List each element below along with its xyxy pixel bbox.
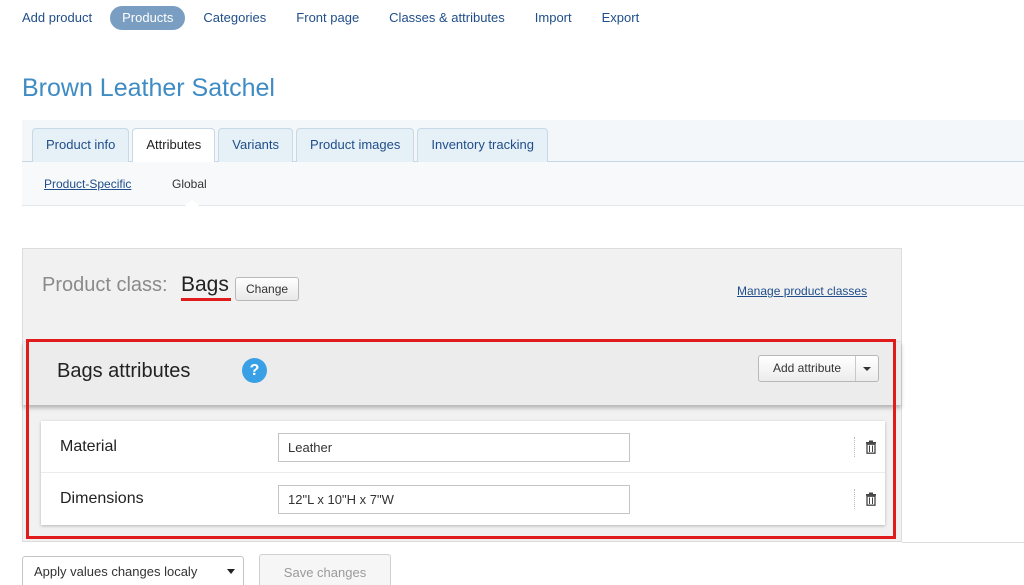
trash-icon[interactable] [865,440,877,454]
attributes-header: Bags attributes ? Add attribute [23,341,901,405]
tabs-bar: Product info Attributes Variants Product… [22,120,1024,163]
nav-export[interactable]: Export [602,6,640,30]
attribute-row: Dimensions [41,473,885,525]
nav-products[interactable]: Products [110,6,186,30]
attribute-value-input[interactable] [278,433,630,462]
product-class-value: Bags [181,273,229,296]
divider [902,542,1024,543]
subtab-global[interactable]: Global [172,177,207,191]
top-nav: Add product Products Categories Front pa… [10,6,669,30]
help-icon[interactable]: ? [242,358,267,383]
subtab-pointer [185,199,199,206]
product-class-label: Product class: [42,274,168,296]
tab-attributes[interactable]: Attributes [132,128,216,163]
attribute-row: Material [41,421,885,473]
manage-product-classes-link[interactable]: Manage product classes [737,284,867,298]
nav-front-page[interactable]: Front page [296,6,359,30]
nav-add-product[interactable]: Add product [22,6,92,30]
tab-product-info[interactable]: Product info [32,128,130,162]
product-class-panel: Product class: Bags Change Manage produc… [22,248,902,542]
nav-import[interactable]: Import [535,6,572,30]
add-attribute-button[interactable]: Add attribute [759,356,857,381]
change-class-button[interactable]: Change [235,277,300,301]
apply-values-select[interactable]: Apply values changes localy [22,556,244,585]
tab-product-images[interactable]: Product images [296,128,415,162]
attributes-title: Bags attributes [57,360,191,382]
attribute-name: Dimensions [60,490,144,507]
row-divider [854,489,855,509]
apply-values-select-value: Apply values changes localy [34,564,198,579]
subtab-product-specific[interactable]: Product-Specific [44,177,131,191]
trash-icon[interactable] [865,492,877,506]
product-class-underline [181,298,231,301]
nav-classes-attributes[interactable]: Classes & attributes [389,6,505,30]
add-attribute-group: Add attribute [758,355,880,382]
attribute-value-input[interactable] [278,485,630,514]
nav-categories[interactable]: Categories [203,6,266,30]
save-changes-button[interactable]: Save changes [259,554,391,585]
subtabs: Product-Specific Global [22,162,1024,206]
row-divider [854,437,855,457]
attribute-name: Material [60,438,117,455]
tab-variants[interactable]: Variants [218,128,294,162]
add-attribute-dropdown-toggle[interactable] [856,356,878,381]
chevron-down-icon [227,569,235,574]
page-title: Brown Leather Satchel [22,74,275,102]
tab-inventory-tracking[interactable]: Inventory tracking [417,128,548,162]
attributes-list: Material Dimensions [41,421,885,525]
